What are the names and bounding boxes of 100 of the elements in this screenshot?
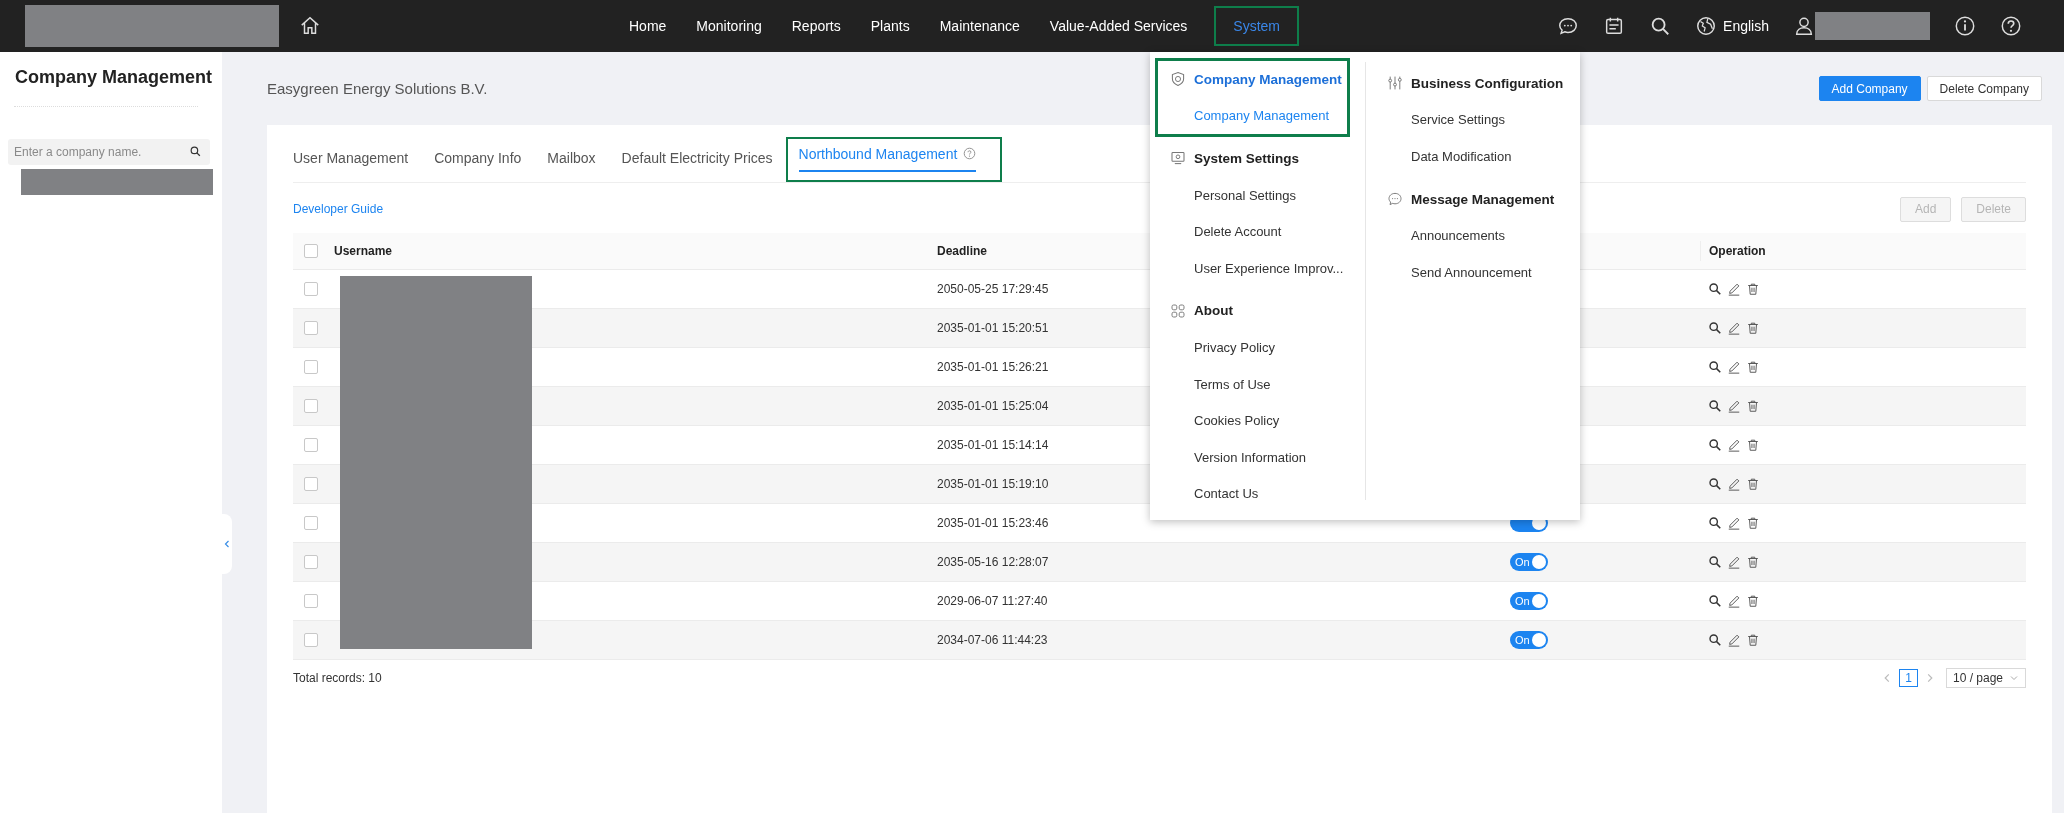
tab[interactable]: Company Info — [421, 125, 535, 182]
chat-icon[interactable] — [1557, 15, 1580, 37]
tab[interactable]: Northbound Management — [785, 137, 1003, 182]
pencil-icon[interactable] — [1727, 360, 1741, 374]
trash-icon[interactable] — [1746, 555, 1760, 569]
search-icon[interactable] — [1649, 15, 1672, 37]
chat-icon — [1387, 191, 1403, 208]
trash-icon[interactable] — [1746, 594, 1760, 608]
toggle-switch[interactable]: On — [1510, 553, 1548, 571]
menu-item[interactable]: Send Announcement — [1375, 253, 1564, 291]
row-checkbox[interactable] — [303, 633, 318, 647]
menu-item[interactable]: Company Management — [1158, 97, 1347, 135]
pencil-icon[interactable] — [1727, 555, 1741, 569]
shield-icon — [1170, 71, 1186, 88]
trash-icon[interactable] — [1746, 360, 1760, 374]
nav-link[interactable]: System — [1212, 4, 1302, 48]
row-checkbox[interactable] — [303, 399, 318, 413]
header-button[interactable]: Delete Company — [1926, 76, 2042, 101]
menu-item[interactable]: Cookies Policy — [1158, 402, 1347, 439]
tab[interactable]: Mailbox — [534, 125, 609, 182]
nav-link[interactable]: Home — [614, 10, 682, 42]
table-cell: 2035-01-01 15:26:21 — [937, 360, 1049, 374]
nav-link[interactable]: Monitoring — [681, 10, 777, 42]
developer-guide-link[interactable]: Developer Guide — [293, 202, 384, 216]
page-number[interactable]: 1 — [1899, 669, 1918, 687]
search-icon[interactable] — [1708, 399, 1722, 413]
trash-icon[interactable] — [1746, 282, 1760, 296]
search-icon[interactable] — [1708, 555, 1722, 569]
row-checkbox[interactable] — [303, 360, 318, 374]
search-icon[interactable] — [1708, 477, 1722, 491]
select-all-checkbox[interactable] — [303, 244, 318, 258]
company-name: Easygreen Energy Solutions B.V. — [267, 80, 488, 97]
sidebar-title: Company Management — [14, 66, 214, 88]
search-icon[interactable] — [1708, 633, 1722, 647]
language-selector[interactable]: English — [1723, 18, 1769, 34]
pencil-icon[interactable] — [1727, 477, 1741, 491]
trash-icon[interactable] — [1746, 516, 1760, 530]
row-checkbox[interactable] — [303, 438, 318, 452]
menu-item[interactable]: Service Settings — [1375, 101, 1564, 139]
user-icon[interactable] — [1793, 15, 1815, 37]
menu-item[interactable]: Announcements — [1375, 217, 1564, 254]
column-header: Operation — [1709, 244, 1766, 258]
search-icon[interactable] — [1708, 438, 1722, 452]
search-field[interactable]: Enter a company name. — [8, 139, 210, 165]
search-icon[interactable] — [1708, 516, 1722, 530]
info-icon[interactable] — [1954, 15, 1976, 37]
pencil-icon[interactable] — [1727, 633, 1741, 647]
toggle-switch[interactable]: On — [1510, 592, 1548, 610]
row-checkbox[interactable] — [303, 516, 318, 530]
row-checkbox[interactable] — [303, 321, 318, 335]
trash-icon[interactable] — [1746, 633, 1760, 647]
trash-icon[interactable] — [1746, 477, 1760, 491]
row-checkbox[interactable] — [303, 477, 318, 491]
search-icon[interactable] — [189, 145, 202, 158]
trash-icon[interactable] — [1746, 399, 1760, 413]
nav-link[interactable]: Maintenance — [924, 10, 1035, 42]
menu-item[interactable]: Privacy Policy — [1158, 329, 1347, 366]
pencil-icon[interactable] — [1727, 594, 1741, 608]
table-cell: 2029-06-07 11:27:40 — [937, 594, 1048, 608]
collapse-handle[interactable] — [222, 514, 232, 574]
total-records: Total records: 10 — [293, 671, 382, 685]
menu-item[interactable]: Personal Settings — [1158, 176, 1347, 214]
row-checkbox[interactable] — [303, 555, 318, 569]
nav-link[interactable]: Reports — [776, 10, 856, 42]
menu-item[interactable]: Contact Us — [1158, 475, 1347, 513]
tab[interactable]: User Management — [293, 125, 422, 182]
grid-icon — [1170, 302, 1186, 319]
globe-icon[interactable] — [1695, 15, 1718, 37]
page-size-select[interactable]: 10 / page — [1945, 668, 2026, 688]
column-header: Deadline — [937, 244, 987, 258]
trash-icon[interactable] — [1746, 321, 1760, 335]
menu-item[interactable]: Data Modification — [1375, 138, 1564, 175]
pencil-icon[interactable] — [1727, 282, 1741, 296]
toggle-switch[interactable]: On — [1510, 631, 1548, 649]
row-checkbox[interactable] — [303, 282, 318, 296]
column-header: Username — [334, 244, 393, 258]
table-cell: 2035-01-01 15:19:10 — [937, 477, 1049, 491]
search-icon[interactable] — [1708, 360, 1722, 374]
header-button[interactable]: Add Company — [1818, 76, 1921, 101]
pencil-icon[interactable] — [1727, 438, 1741, 452]
search-icon[interactable] — [1708, 594, 1722, 608]
table-cell: 2034-07-06 11:44:23 — [937, 633, 1048, 647]
row-checkbox[interactable] — [303, 594, 318, 608]
nav-link[interactable]: Value-Added Services — [1034, 10, 1203, 42]
table-cell: 2035-01-01 15:14:14 — [937, 438, 1049, 452]
pencil-icon[interactable] — [1727, 321, 1741, 335]
search-icon[interactable] — [1708, 321, 1722, 335]
menu-item[interactable]: Version Information — [1158, 438, 1347, 476]
menu-item[interactable]: Terms of Use — [1158, 365, 1347, 403]
search-icon[interactable] — [1708, 282, 1722, 296]
menu-item[interactable]: Delete Account — [1158, 213, 1347, 250]
pencil-icon[interactable] — [1727, 516, 1741, 530]
nav-link[interactable]: Plants — [855, 10, 925, 42]
menu-item[interactable]: User Experience Improv... — [1158, 249, 1347, 287]
trash-icon[interactable] — [1746, 438, 1760, 452]
tab[interactable]: Default Electricity Prices — [608, 125, 786, 182]
home-icon[interactable] — [299, 15, 321, 37]
menu-group-header: Message Management — [1375, 180, 1564, 218]
pencil-icon[interactable] — [1727, 399, 1741, 413]
menu-group-header: About — [1158, 292, 1347, 330]
